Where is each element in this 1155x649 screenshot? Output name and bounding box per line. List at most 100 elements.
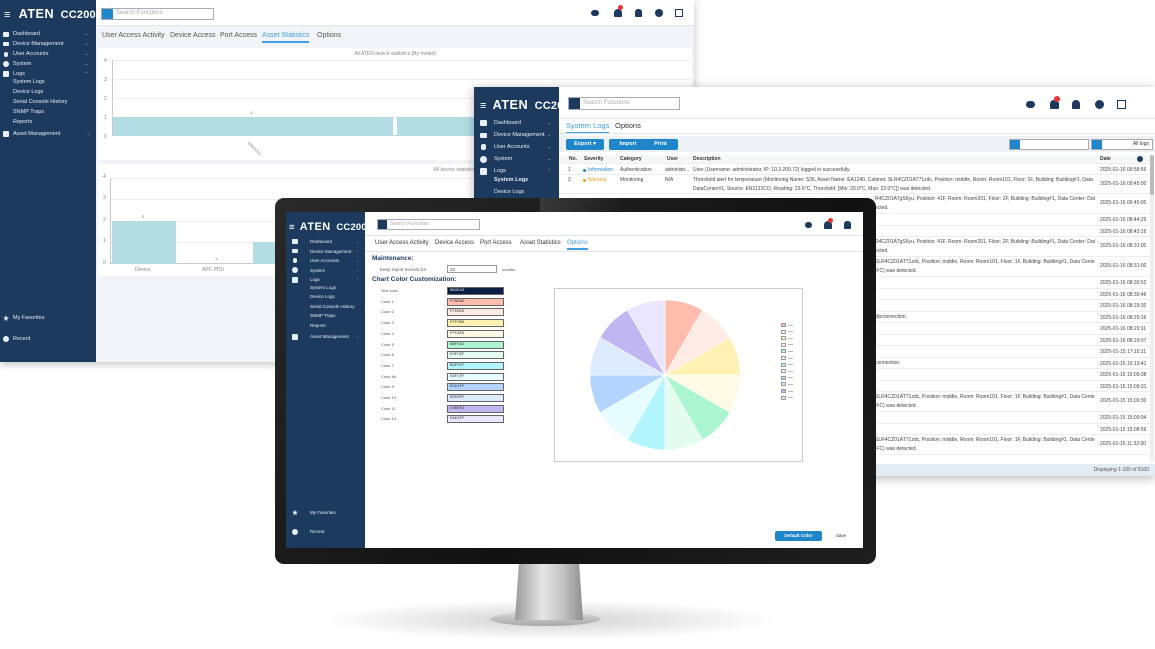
color-input[interactable]: EAE6FF — [447, 415, 504, 424]
export-button[interactable]: Export ▾ — [566, 139, 604, 150]
chat-icon[interactable] — [805, 222, 812, 228]
log-filter-select[interactable]: All logs — [1091, 139, 1153, 150]
legend-swatch — [781, 356, 786, 360]
sidebar-subitem-serial-console-history[interactable]: Serial Console History — [286, 304, 365, 314]
front-search-input[interactable]: Search Functions — [377, 219, 480, 230]
sidebar-recent[interactable]: Recent — [286, 527, 365, 536]
sidebar-subitem-reports[interactable]: Reports — [286, 323, 365, 333]
log-description: User (Username: administrator, IP: 10.3.… — [693, 167, 851, 173]
column-header-category[interactable]: Category — [620, 156, 642, 162]
user-icon[interactable] — [635, 9, 642, 17]
tab-asset-statistics[interactable]: Asset Statistics — [520, 240, 561, 246]
column-header-severity[interactable]: Severity — [584, 156, 603, 162]
log-search-input[interactable] — [1009, 139, 1089, 150]
sidebar-subitem-reports[interactable]: Reports — [0, 119, 96, 129]
color-label: Color 6 — [381, 352, 394, 358]
sidebar-item-system[interactable]: System ⌄ — [474, 153, 559, 165]
color-input[interactable]: ABF5D1 — [447, 340, 504, 349]
back-search-input[interactable]: Search Functions — [101, 8, 214, 20]
sidebar-item-logs[interactable]: Logs ⌃ — [0, 69, 96, 79]
sidebar-item-dashboard[interactable]: Dashboard ⌄ — [474, 117, 559, 129]
sidebar-item-device-management[interactable]: Device Management ⌄ — [474, 129, 559, 141]
sidebar-recent[interactable]: Recent — [0, 334, 96, 344]
tab-port-access[interactable]: Port Access — [220, 32, 257, 39]
keep-records-input[interactable]: 12 — [447, 265, 497, 273]
tab-device-access[interactable]: Device Access — [435, 240, 474, 246]
tab-port-access[interactable]: Port Access — [480, 240, 512, 246]
color-input[interactable]: B3D4FF — [447, 383, 504, 392]
tab-user-access-activity[interactable]: User Access Activity — [102, 32, 165, 39]
sidebar-subitem-serial-console-history[interactable]: Serial Console History — [0, 99, 96, 109]
tab-asset-statistics[interactable]: Asset Statistics — [262, 32, 310, 43]
sidebar-item-asset-management[interactable]: Asset Management ⌄ — [0, 129, 96, 139]
sidebar-subitem-system-logs[interactable]: System Logs — [0, 79, 96, 89]
legend-swatch — [781, 323, 786, 327]
table-row[interactable]: 1 Information Authentication administr... Us… — [559, 165, 1151, 175]
tab-options[interactable]: Options — [615, 121, 641, 130]
legend-swatch — [781, 336, 786, 341]
print-button[interactable]: Print — [643, 139, 678, 150]
save-button[interactable]: Save — [826, 531, 856, 541]
color-label: Text color — [381, 288, 399, 293]
color-input[interactable]: E6FCFF — [447, 372, 504, 381]
color-value: DEEBFF — [450, 396, 465, 400]
column-header-date[interactable]: Date — [1100, 156, 1111, 162]
sidebar-item-logs[interactable]: Logs ⌃ — [474, 165, 559, 177]
sidebar-item-logs[interactable]: Logs ⌃ — [286, 275, 365, 285]
logout-icon[interactable] — [675, 9, 683, 17]
sidebar-item-dashboard[interactable]: Dashboard ⌄ — [0, 29, 96, 39]
tab-options[interactable]: Options — [317, 32, 341, 39]
settings-icon[interactable] — [1137, 156, 1143, 162]
log-date: 2025-01-16 08:29:16 — [1100, 314, 1147, 321]
logout-icon[interactable] — [1117, 100, 1126, 109]
scrollbar[interactable] — [1150, 155, 1154, 462]
column-header-no[interactable]: No. — [569, 156, 577, 162]
sidebar-my-favorites[interactable]: My Favorites — [286, 508, 365, 517]
sidebar-subitem-device-logs[interactable]: Device Logs — [286, 294, 365, 304]
color-input[interactable]: E3FCEF — [447, 351, 504, 360]
help-icon[interactable] — [655, 9, 663, 17]
sidebar-my-favorites[interactable]: My Favorites — [0, 313, 96, 323]
color-input[interactable]: B3F5FF — [447, 361, 504, 370]
color-input[interactable]: FFFAE6 — [447, 329, 504, 338]
sidebar-subitem-device-logs[interactable]: Device Logs — [0, 89, 96, 99]
chart-model-x-label: EN0320A — [246, 140, 263, 157]
color-input[interactable]: FFEBE6 — [447, 308, 504, 317]
sidebar-item-asset-management[interactable]: Asset Management ⌄ — [286, 332, 365, 342]
sidebar-item-system[interactable]: System ⌄ — [286, 266, 365, 276]
sidebar-subitem-snmp-traps[interactable]: SNMP Traps — [0, 109, 96, 119]
color-input[interactable]: FFBDAD — [447, 297, 504, 306]
sidebar-item-device-management[interactable]: Device Management ⌄ — [286, 247, 365, 257]
sidebar-subitem-snmp-traps[interactable]: SNMP Traps — [286, 313, 365, 323]
sidebar-item-device-management[interactable]: Device Management ⌄ — [0, 39, 96, 49]
bell-icon[interactable] — [614, 9, 622, 17]
help-icon[interactable] — [1095, 100, 1104, 109]
chat-icon[interactable] — [1026, 101, 1035, 108]
grid-icon — [3, 31, 9, 37]
column-header-description[interactable]: Description — [693, 156, 721, 162]
color-label: Color 4 — [381, 330, 394, 336]
sidebar-subitem-system-logs[interactable]: System Logs — [286, 285, 365, 295]
color-input[interactable]: C0B6F2 — [447, 404, 504, 413]
column-header-user[interactable]: User — [667, 156, 678, 162]
sidebar-item-user-accounts[interactable]: User Accounts ⌄ — [474, 141, 559, 153]
chat-icon[interactable] — [591, 10, 599, 16]
user-icon[interactable] — [844, 221, 851, 229]
tab-options[interactable]: Options — [567, 240, 588, 250]
user-icon[interactable] — [1072, 100, 1080, 109]
sidebar-subitem-system-logs[interactable]: System Logs — [474, 177, 559, 189]
sidebar-item-dashboard[interactable]: Dashboard ⌄ — [286, 237, 365, 247]
color-input[interactable]: FFF0B3 — [447, 319, 504, 328]
tab-user-access-activity[interactable]: User Access Activity — [375, 240, 429, 246]
sidebar-item-user-accounts[interactable]: User Accounts ⌄ — [286, 256, 365, 266]
sidebar-item-system[interactable]: System ⌄ — [0, 59, 96, 69]
import-button[interactable]: Import — [609, 139, 647, 150]
sidebar-item-user-accounts[interactable]: User Accounts ⌄ — [0, 49, 96, 59]
table-row[interactable]: 2 Warning Monitoring N/A Threshold alert for… — [559, 175, 1151, 194]
tab-device-access[interactable]: Device Access — [170, 32, 216, 39]
scrollbar-thumb[interactable] — [1150, 155, 1154, 195]
color-input[interactable]: DEEBFF — [447, 394, 504, 402]
mid-search-input[interactable]: Search Functions — [568, 97, 680, 110]
default-color-button[interactable]: Default Color — [775, 531, 822, 541]
color-input[interactable]: 091E42 — [447, 287, 504, 295]
